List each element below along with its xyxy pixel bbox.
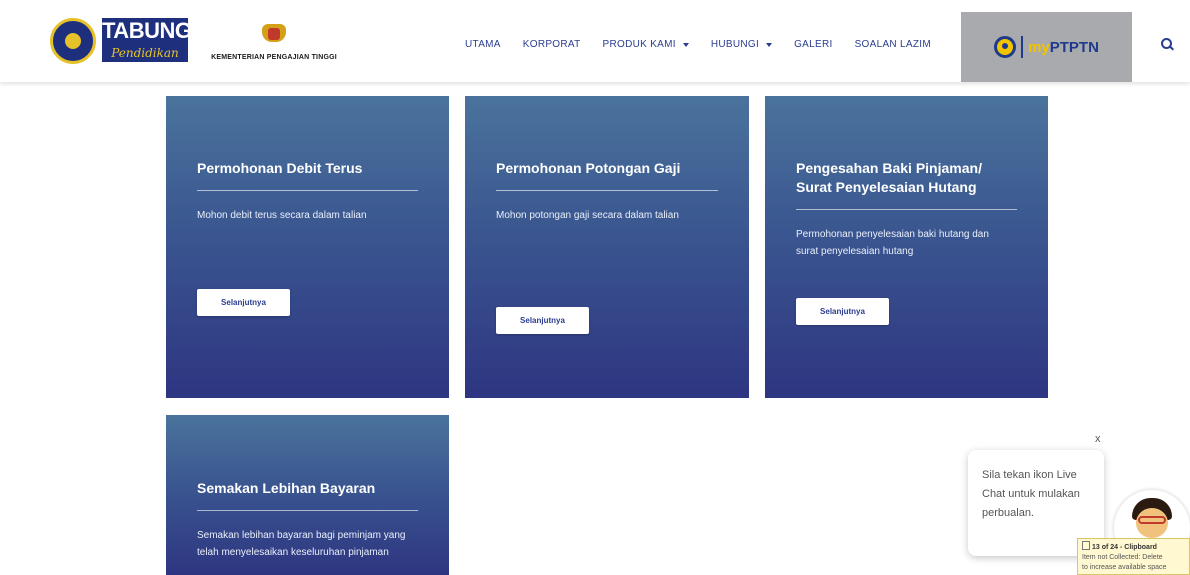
close-icon[interactable]: x bbox=[1095, 433, 1101, 445]
ministry-logo[interactable]: KEMENTERIAN PENGAJIAN TINGGI bbox=[204, 24, 344, 70]
nav-korporat[interactable]: KORPORAT bbox=[523, 39, 581, 50]
card-potongan-gaji: Permohonan Potongan Gaji Mohon potongan … bbox=[465, 96, 749, 398]
nav-label: UTAMA bbox=[465, 39, 501, 50]
selanjutnya-button[interactable]: Selanjutnya bbox=[197, 289, 290, 316]
chat-message: Sila tekan ikon Live Chat untuk mulakan … bbox=[982, 469, 1080, 519]
tabung-pendidikan-logo[interactable]: TABUNG Pendidikan bbox=[50, 14, 192, 70]
nav-label: PRODUK KAMI bbox=[602, 39, 676, 50]
ministry-name: KEMENTERIAN PENGAJIAN TINGGI bbox=[211, 54, 337, 61]
nav-soalan-lazim[interactable]: SOALAN LAZIM bbox=[855, 39, 931, 50]
seal-icon bbox=[50, 18, 96, 64]
p-icon bbox=[994, 36, 1017, 58]
nav-utama[interactable]: UTAMA bbox=[465, 39, 501, 50]
nav-produk-kami[interactable]: PRODUK KAMI bbox=[603, 39, 689, 50]
clipboard-notification[interactable]: 13 of 24 - Clipboard Item not Collected:… bbox=[1077, 538, 1190, 575]
card-divider bbox=[197, 190, 418, 191]
card-title: Permohonan Potongan Gaji bbox=[496, 160, 681, 176]
card-title: Permohonan Debit Terus bbox=[197, 160, 363, 176]
clipboard-icon bbox=[1082, 541, 1090, 550]
card-debit-terus: Permohonan Debit Terus Mohon debit terus… bbox=[166, 96, 449, 398]
card-divider bbox=[496, 190, 718, 191]
search-icon[interactable] bbox=[1161, 38, 1175, 52]
clipboard-line: to increase available space bbox=[1082, 564, 1167, 571]
caret-down-icon bbox=[766, 42, 773, 47]
card-baki-pinjaman: Pengesahan Baki Pinjaman/ Surat Penyeles… bbox=[765, 96, 1048, 398]
nav-label: KORPORAT bbox=[522, 39, 581, 50]
nav-hubungi[interactable]: HUBUNGI bbox=[710, 39, 773, 50]
card-lebihan-bayaran: Semakan Lebihan Bayaran Semakan lebihan … bbox=[166, 415, 449, 575]
myptptn-my: my bbox=[1028, 38, 1050, 56]
card-description: Semakan lebihan bayaran bagi peminjam ya… bbox=[197, 530, 406, 558]
selanjutnya-button[interactable]: Selanjutnya bbox=[796, 298, 889, 325]
main-nav: UTAMA KORPORAT PRODUK KAMI HUBUNGI GALER… bbox=[465, 39, 953, 50]
card-description: Mohon potongan gaji secara dalam talian bbox=[496, 210, 679, 221]
clipboard-title: 13 of 24 - Clipboard bbox=[1092, 544, 1157, 551]
logo-tabung-text: TABUNG bbox=[102, 18, 192, 44]
myptptn-button[interactable]: my PTPTN bbox=[961, 12, 1132, 82]
nav-label: SOALAN LAZIM bbox=[854, 39, 931, 50]
myptptn-ptptn: PTPTN bbox=[1049, 38, 1099, 56]
nav-label: HUBUNGI bbox=[710, 39, 760, 50]
card-description: Mohon debit terus secara dalam talian bbox=[197, 210, 367, 221]
card-description: Permohonan penyelesaian baki hutang dan … bbox=[796, 229, 989, 257]
site-header: TABUNG Pendidikan KEMENTERIAN PENGAJIAN … bbox=[0, 0, 1190, 82]
selanjutnya-button[interactable]: Selanjutnya bbox=[496, 307, 589, 334]
card-divider bbox=[796, 209, 1017, 210]
nav-galeri[interactable]: GALERI bbox=[794, 39, 832, 50]
logo-pendidikan-text: Pendidikan bbox=[102, 44, 188, 62]
divider bbox=[1021, 36, 1024, 58]
card-title: Semakan Lebihan Bayaran bbox=[197, 480, 376, 496]
card-divider bbox=[197, 510, 418, 511]
nav-label: GALERI bbox=[794, 39, 833, 50]
caret-down-icon bbox=[682, 42, 689, 47]
card-title: Pengesahan Baki Pinjaman/ Surat Penyeles… bbox=[796, 160, 982, 195]
crest-icon bbox=[258, 24, 290, 46]
clipboard-line: Item not Collected: Delete bbox=[1082, 554, 1163, 561]
